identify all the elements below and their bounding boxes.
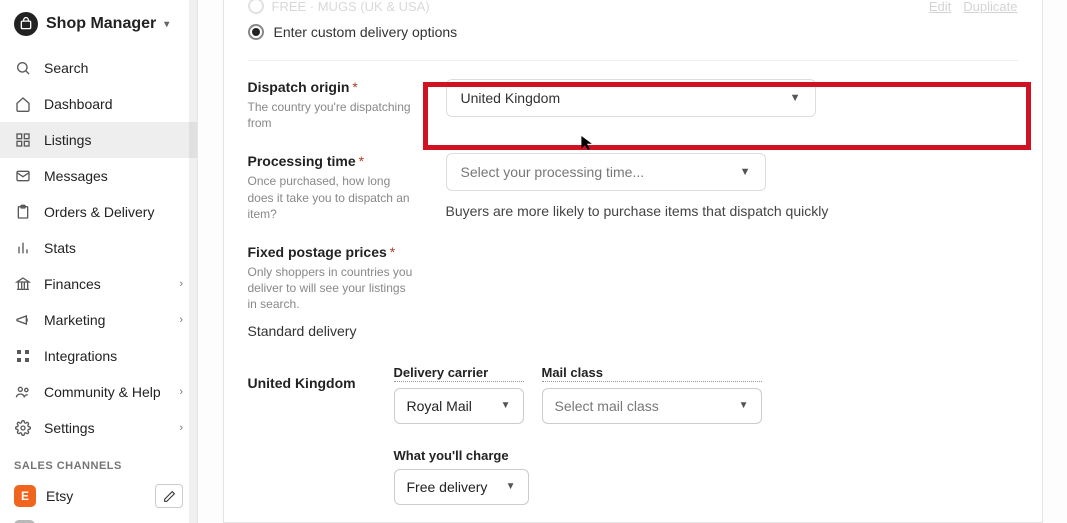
duplicate-link[interactable]: Duplicate bbox=[963, 0, 1017, 14]
channel-pattern[interactable]: P Want your own website? Learn more abou… bbox=[0, 514, 197, 523]
processing-time-placeholder: Select your processing time... bbox=[461, 164, 645, 180]
sidebar-item-messages[interactable]: Messages bbox=[0, 158, 197, 194]
mail-class-column-head: Mail class bbox=[542, 365, 762, 382]
gear-icon bbox=[14, 419, 32, 437]
carrier-value: Royal Mail bbox=[407, 398, 472, 414]
chevron-down-icon: ▾ bbox=[164, 19, 169, 30]
sidebar-item-settings[interactable]: Settings › bbox=[0, 410, 197, 446]
charge-select[interactable]: Free delivery ▼ bbox=[394, 469, 529, 505]
dispatch-origin-select[interactable]: United Kingdom ▼ bbox=[446, 79, 816, 117]
radio-icon[interactable] bbox=[248, 0, 264, 14]
apps-icon bbox=[14, 347, 32, 365]
radio-selected-icon bbox=[248, 24, 264, 40]
edit-channel-button[interactable] bbox=[155, 484, 183, 508]
required-icon: * bbox=[390, 244, 395, 260]
delivery-table-row: United Kingdom Delivery carrier Royal Ma… bbox=[248, 365, 1018, 505]
shop-logo-icon bbox=[14, 12, 38, 36]
charge-value: Free delivery bbox=[407, 479, 488, 495]
chevron-right-icon: › bbox=[179, 314, 183, 326]
fixed-postage-field: Fixed postage prices* Only shoppers in c… bbox=[248, 244, 1018, 355]
chevron-down-icon: ▼ bbox=[501, 400, 511, 411]
radio-label: Enter custom delivery options bbox=[274, 24, 458, 40]
processing-time-field: Processing time* Once purchased, how lon… bbox=[248, 153, 1018, 222]
chevron-down-icon: ▼ bbox=[739, 400, 749, 411]
people-icon bbox=[14, 383, 32, 401]
chevron-down-icon: ▼ bbox=[506, 481, 516, 492]
mail-icon bbox=[14, 167, 32, 185]
megaphone-icon bbox=[14, 311, 32, 329]
previous-option-row: FREE · MUGS (UK & USA) Edit Duplicate bbox=[248, 0, 1018, 18]
carrier-select[interactable]: Royal Mail ▼ bbox=[394, 388, 524, 424]
search-icon bbox=[14, 59, 32, 77]
sidebar-item-dashboard[interactable]: Dashboard bbox=[0, 86, 197, 122]
sidebar-item-marketing[interactable]: Marketing › bbox=[0, 302, 197, 338]
mail-class-placeholder: Select mail class bbox=[555, 398, 659, 414]
edit-link[interactable]: Edit bbox=[929, 0, 951, 14]
sidebar-item-label: Settings bbox=[44, 420, 95, 436]
sidebar-item-listings[interactable]: Listings bbox=[0, 122, 197, 158]
bank-icon bbox=[14, 275, 32, 293]
fixed-postage-title: Fixed postage prices bbox=[248, 244, 387, 260]
dispatch-origin-field: Dispatch origin* The country you're disp… bbox=[248, 79, 1018, 131]
sidebar-item-label: Community & Help bbox=[44, 384, 161, 400]
chevron-down-icon: ▼ bbox=[740, 166, 751, 178]
sales-channels-heading: SALES CHANNELS bbox=[0, 446, 197, 478]
obscured-label: FREE · MUGS (UK & USA) bbox=[272, 0, 430, 14]
sidebar-item-community[interactable]: Community & Help › bbox=[0, 374, 197, 410]
shop-manager-title: Shop Manager bbox=[46, 15, 156, 33]
sidebar-item-orders[interactable]: Orders & Delivery bbox=[0, 194, 197, 230]
dispatch-origin-title: Dispatch origin bbox=[248, 79, 350, 95]
chart-icon bbox=[14, 239, 32, 257]
delivery-panel: FREE · MUGS (UK & USA) Edit Duplicate En… bbox=[223, 0, 1043, 523]
sidebar-item-label: Marketing bbox=[44, 312, 105, 328]
clipboard-icon bbox=[14, 203, 32, 221]
required-icon: * bbox=[352, 79, 357, 95]
sidebar-item-label: Finances bbox=[44, 276, 101, 292]
home-icon bbox=[14, 95, 32, 113]
custom-delivery-radio-row[interactable]: Enter custom delivery options bbox=[248, 18, 1018, 46]
sidebar-item-integrations[interactable]: Integrations bbox=[0, 338, 197, 374]
cursor-icon bbox=[580, 134, 594, 152]
required-icon: * bbox=[359, 153, 364, 169]
channel-etsy[interactable]: E Etsy bbox=[0, 478, 197, 514]
standard-delivery-label: Standard delivery bbox=[248, 323, 418, 339]
sidebar-item-stats[interactable]: Stats bbox=[0, 230, 197, 266]
chevron-right-icon: › bbox=[179, 422, 183, 434]
sidebar-item-label: Stats bbox=[44, 240, 76, 256]
processing-time-title: Processing time bbox=[248, 153, 356, 169]
main-content: FREE · MUGS (UK & USA) Edit Duplicate En… bbox=[198, 0, 1067, 523]
grid-icon bbox=[14, 131, 32, 149]
region-label: United Kingdom bbox=[248, 365, 378, 391]
processing-time-select[interactable]: Select your processing time... ▼ bbox=[446, 153, 766, 191]
etsy-badge-icon: E bbox=[14, 485, 36, 507]
sidebar: Shop Manager ▾ Search Dashboard Listings… bbox=[0, 0, 198, 523]
pencil-icon bbox=[163, 490, 176, 503]
dispatch-origin-value: United Kingdom bbox=[461, 90, 561, 106]
fixed-postage-help: Only shoppers in countries you deliver t… bbox=[248, 264, 418, 313]
processing-time-help: Once purchased, how long does it take yo… bbox=[248, 173, 418, 222]
scrollbar[interactable] bbox=[189, 0, 197, 523]
sidebar-item-label: Search bbox=[44, 60, 88, 76]
sidebar-item-label: Orders & Delivery bbox=[44, 204, 154, 220]
sidebar-item-label: Listings bbox=[44, 132, 91, 148]
primary-nav: Search Dashboard Listings Messages Order… bbox=[0, 50, 197, 446]
chevron-down-icon: ▼ bbox=[790, 92, 801, 104]
mail-class-select[interactable]: Select mail class ▼ bbox=[542, 388, 762, 424]
sidebar-item-label: Messages bbox=[44, 168, 108, 184]
sidebar-item-label: Dashboard bbox=[44, 96, 113, 112]
chevron-right-icon: › bbox=[179, 278, 183, 290]
sidebar-item-finances[interactable]: Finances › bbox=[0, 266, 197, 302]
processing-time-note: Buyers are more likely to purchase items… bbox=[446, 201, 1018, 221]
charge-column-head: What you'll charge bbox=[394, 448, 1018, 463]
sidebar-item-search[interactable]: Search bbox=[0, 50, 197, 86]
divider bbox=[248, 60, 1018, 61]
sidebar-item-label: Integrations bbox=[44, 348, 117, 364]
shop-manager-menu[interactable]: Shop Manager ▾ bbox=[0, 0, 197, 50]
channel-label: Etsy bbox=[46, 488, 73, 504]
carrier-column-head: Delivery carrier bbox=[394, 365, 524, 382]
dispatch-origin-help: The country you're dispatching from bbox=[248, 99, 418, 131]
chevron-right-icon: › bbox=[179, 386, 183, 398]
